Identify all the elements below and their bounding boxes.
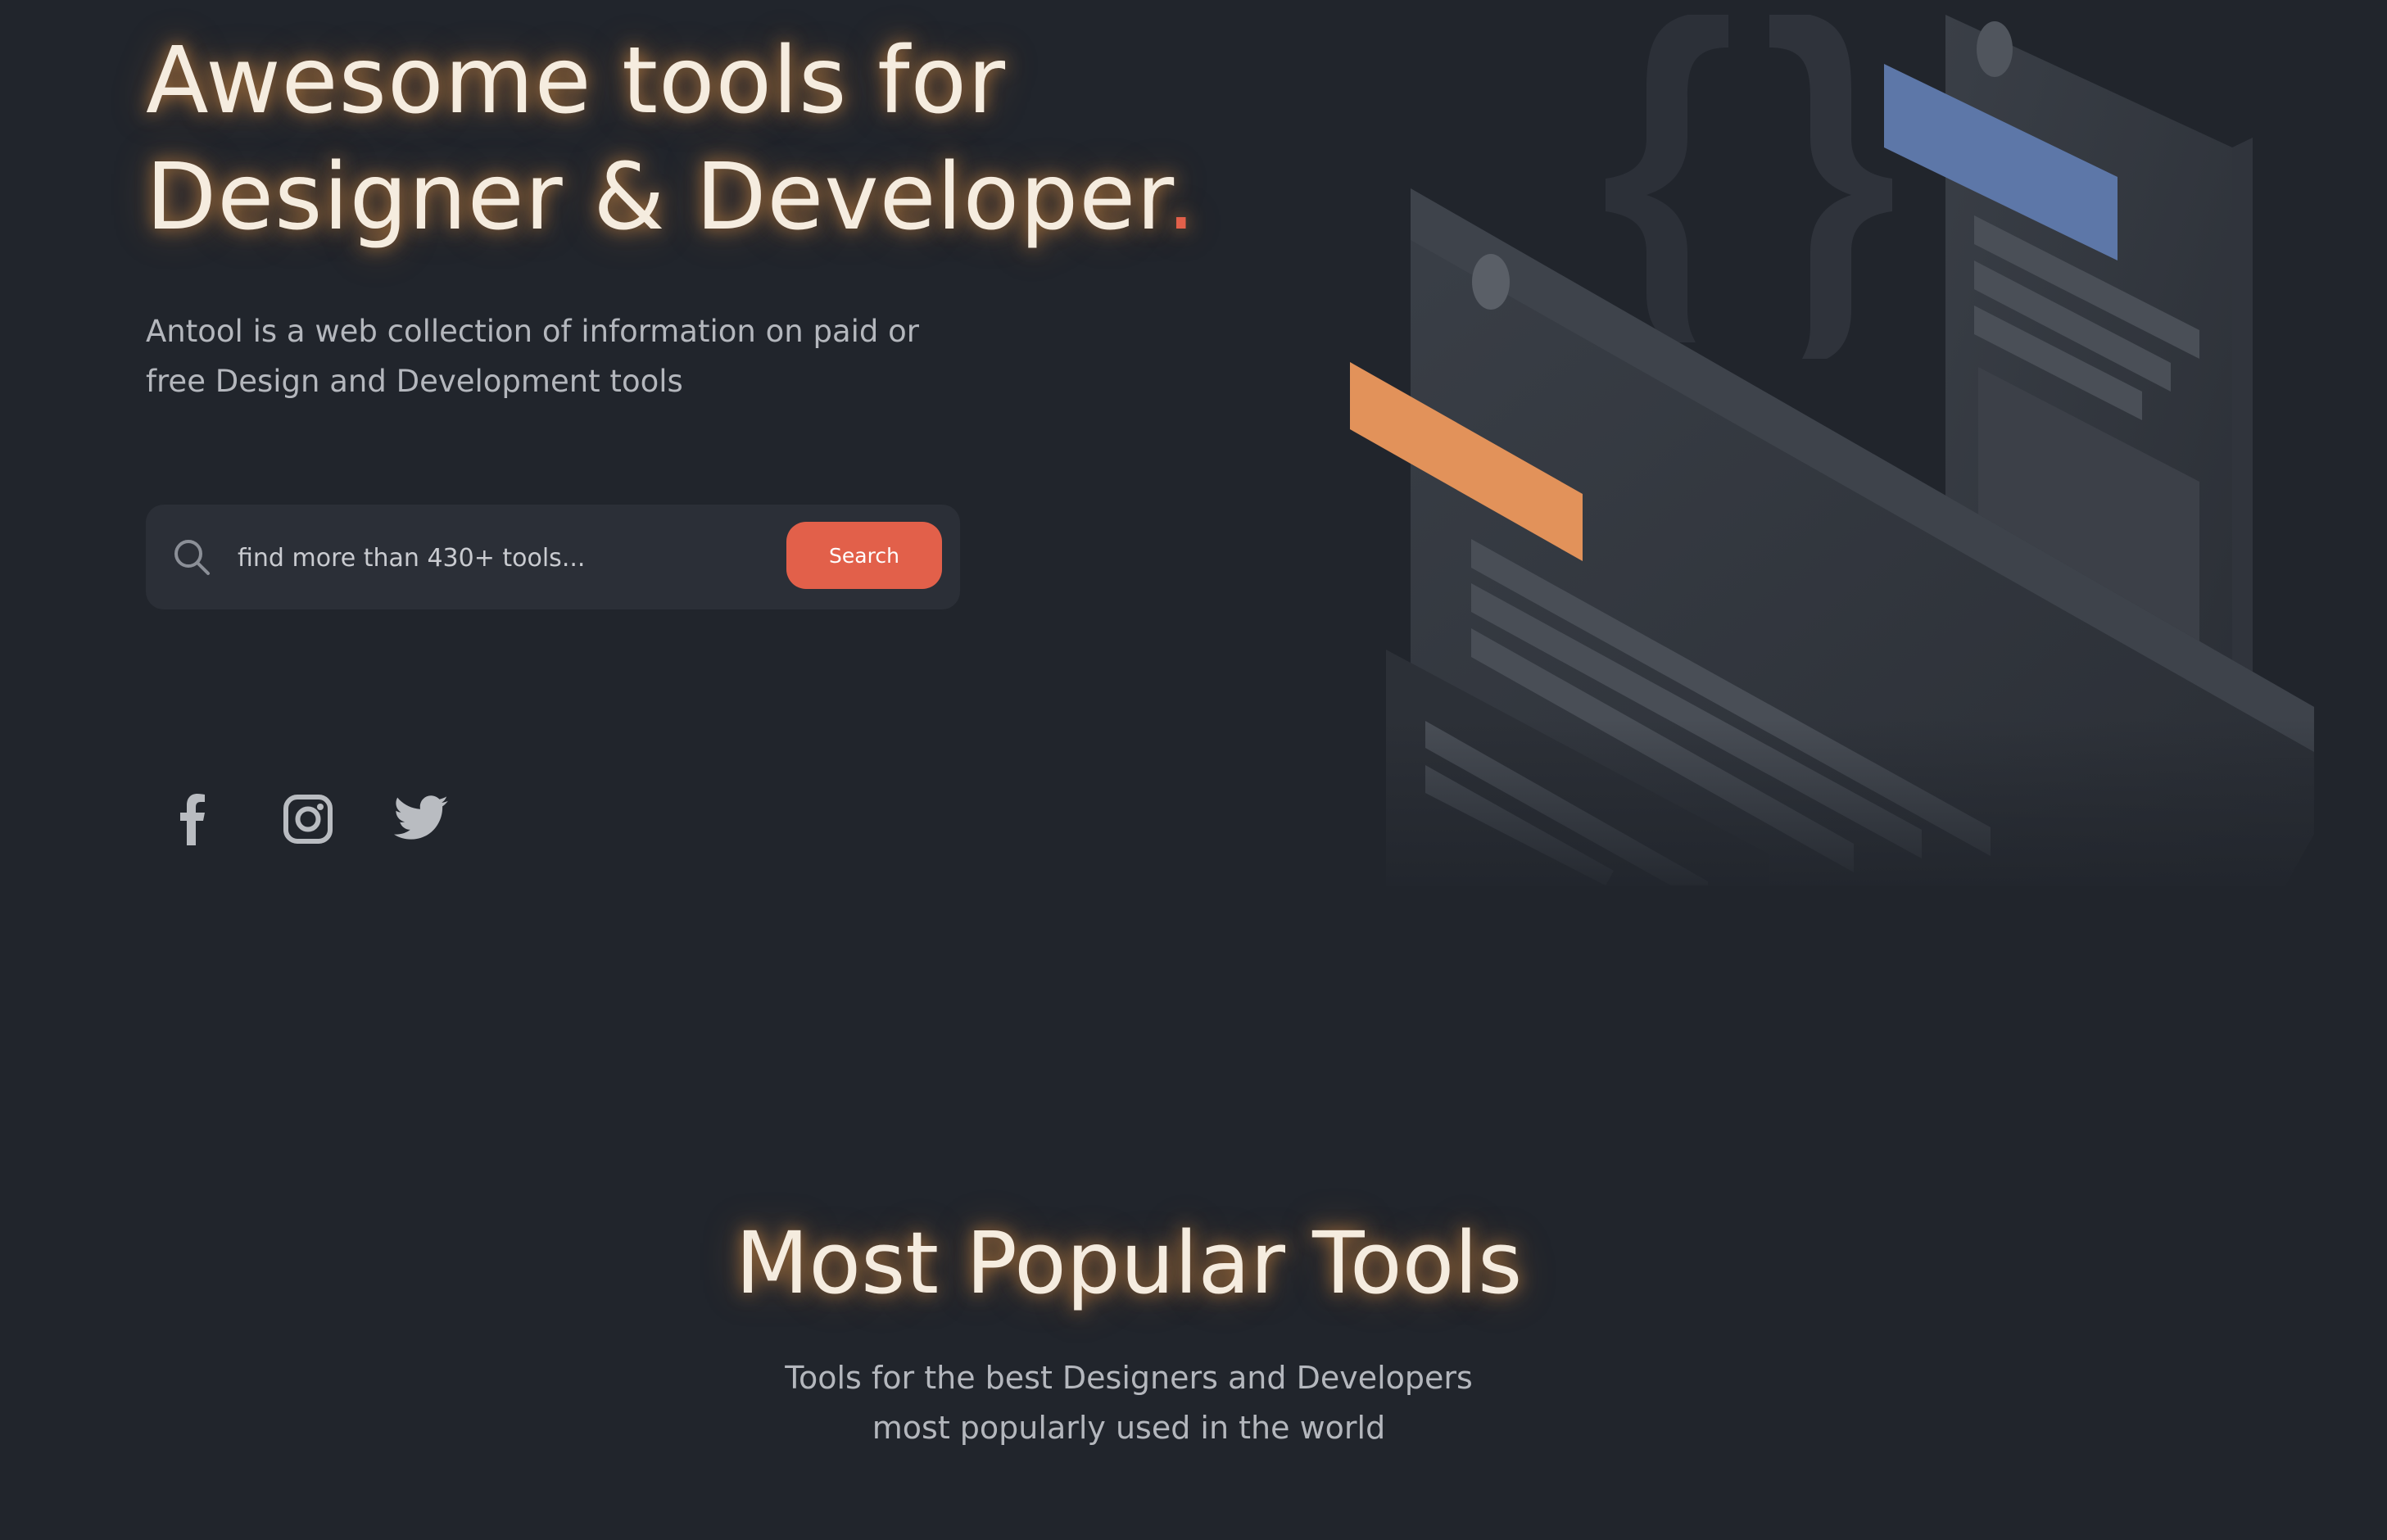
hero-illustration [1343,15,2322,886]
hero-title-line-1: Awesome tools for [146,28,1007,134]
twitter-icon [394,795,448,840]
section-subtitle: Tools for the best Designers and Develop… [0,1353,2258,1453]
search-button[interactable]: Search [786,522,942,589]
section-subtitle-line-1: Tools for the best Designers and Develop… [785,1360,1473,1396]
facebook-icon [180,794,205,845]
braces-shape [1606,15,1892,359]
section-subtitle-line-2: most popularly used in the world [872,1410,1386,1446]
instagram-icon [283,795,333,844]
facebook-link[interactable] [164,788,223,850]
hero-title: Awesome tools for Designer & Developer. [146,23,1197,256]
hero-title-line-2-text: Designer & Developer [146,144,1166,251]
instagram-link[interactable] [279,788,337,850]
hero-title-line-2: Designer & Developer. [146,139,1197,256]
search-bar: Search [146,505,960,609]
twitter-link[interactable] [392,788,451,850]
hero-description: Antool is a web collection of informatio… [146,314,920,399]
hero-title-accent-dot: . [1166,144,1197,251]
section-title: Most Popular Tools [735,1213,1523,1313]
search-icon [172,537,211,577]
